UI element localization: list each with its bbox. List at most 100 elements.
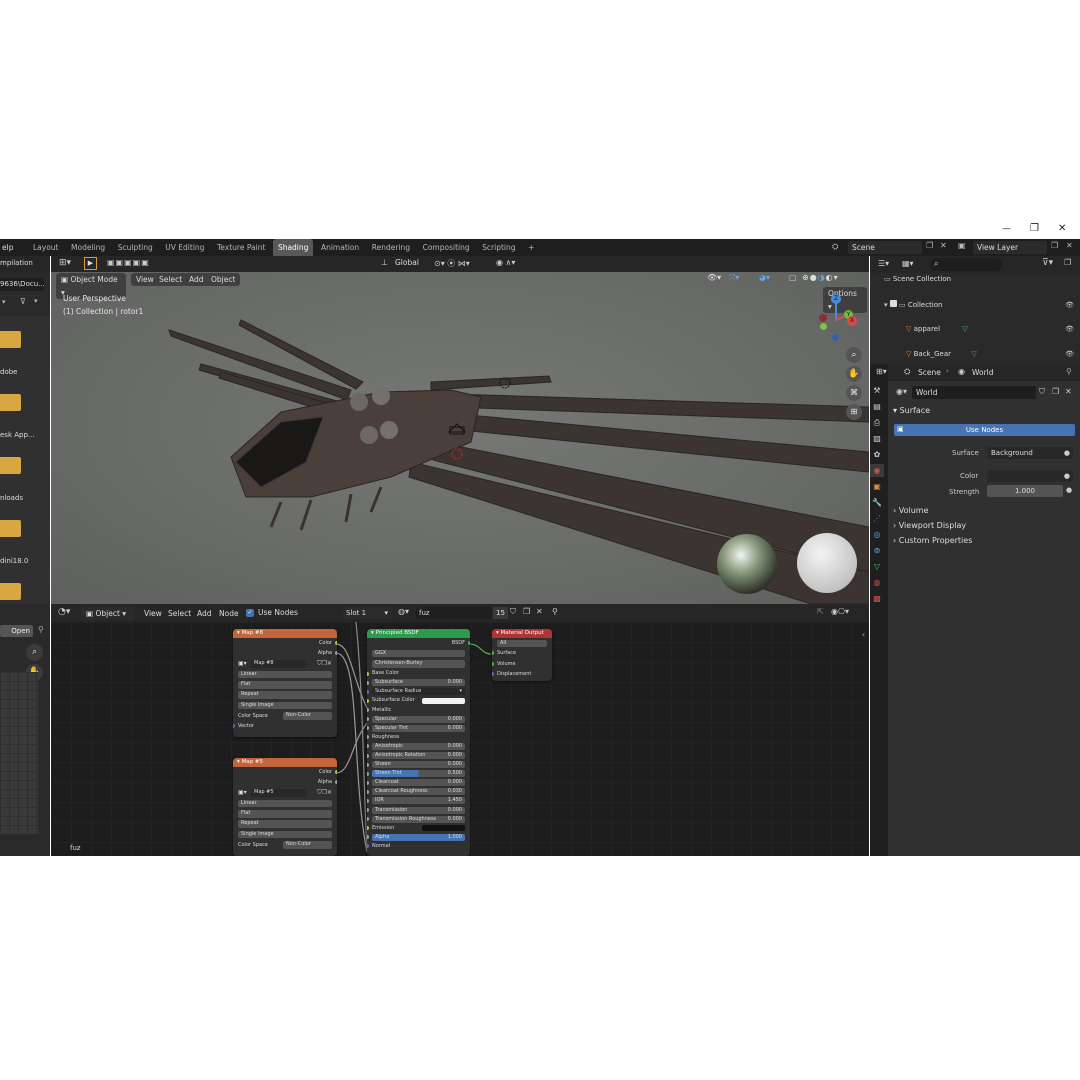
- subsurface-method-dropdown[interactable]: Christensen-Burley: [367, 659, 470, 669]
- orientation-dropdown[interactable]: Global: [395, 258, 419, 267]
- strength-keyframe-icon[interactable]: ●: [1066, 486, 1072, 494]
- viewport-display-panel-header[interactable]: › Viewport Display: [893, 521, 966, 530]
- texture-props-icon[interactable]: ▩: [870, 592, 884, 605]
- outliner-search-input[interactable]: ⌕: [930, 258, 1002, 271]
- world-unlink-icon[interactable]: ✕: [1065, 387, 1072, 396]
- tab-texture-paint[interactable]: Texture Paint: [212, 239, 270, 256]
- pin-icon[interactable]: ⚲: [38, 625, 44, 634]
- bsdf-input-sheen[interactable]: Sheen 0.000: [367, 760, 470, 769]
- data-props-icon[interactable]: ▽: [870, 560, 884, 573]
- viewport[interactable]: ▣ Object Mode ▾ View Select Add Object 👁…: [51, 272, 869, 604]
- shader-type-dropdown[interactable]: ▣ Object ▾: [81, 607, 135, 620]
- bsdf-input-specular-tint[interactable]: Specular Tint 0.000: [367, 724, 470, 733]
- bsdf-input-transmission-roughness[interactable]: Transmission Roughness 0.000: [367, 815, 470, 824]
- bsdf-input-clearcoat[interactable]: Clearcoat 0.000: [367, 778, 470, 787]
- projection-dropdown[interactable]: Flat: [233, 680, 337, 690]
- world-duplicate-icon[interactable]: ❐: [1052, 387, 1059, 396]
- custom-properties-panel-header[interactable]: › Custom Properties: [893, 536, 972, 545]
- bsdf-input-anisotropic-rotation[interactable]: Anisotropic Rotation 0.000: [367, 751, 470, 760]
- bsdf-input-anisotropic[interactable]: Anisotropic 0.000: [367, 742, 470, 751]
- color-swatch[interactable]: [422, 697, 465, 704]
- bsdf-input-subsurface-color[interactable]: Subsurface Color: [367, 696, 470, 705]
- material-name-field[interactable]: fuz: [416, 607, 492, 619]
- color-field[interactable]: ●: [987, 470, 1073, 482]
- view-layer-selector[interactable]: View Layer: [973, 241, 1047, 254]
- strength-field[interactable]: 1.000: [987, 485, 1063, 497]
- node-editor-type-icon[interactable]: ◔▾: [58, 607, 70, 617]
- surface-panel-header[interactable]: ▾ Surface: [893, 406, 1073, 418]
- zoom-icon[interactable]: ⌕: [846, 347, 862, 363]
- close-icon[interactable]: ✕: [1058, 223, 1066, 234]
- new-view-layer-icon[interactable]: ❐: [1051, 241, 1058, 250]
- mesh-data-icon[interactable]: ▽: [962, 323, 967, 336]
- principled-bsdf-node[interactable]: ▾ Principled BSDF BSDF GGX Christensen-B…: [367, 629, 470, 856]
- modifier-props-icon[interactable]: 🔧: [870, 496, 884, 509]
- scene-props-icon[interactable]: ✿: [870, 448, 884, 461]
- bsdf-input-subsurface[interactable]: Subsurface 0.000: [367, 678, 470, 687]
- outliner-item[interactable]: ▽ apparel ▽ 👁: [906, 323, 1080, 336]
- node-add-menu[interactable]: Add: [192, 607, 217, 620]
- bsdf-input-transmission[interactable]: Transmission 0.000: [367, 806, 470, 815]
- tool-settings-icon[interactable]: ⚒: [870, 384, 884, 397]
- color-swatch[interactable]: [422, 825, 465, 832]
- pan-icon[interactable]: ✋: [846, 366, 862, 382]
- mesh-data-icon[interactable]: ▽: [971, 348, 976, 361]
- duplicate-material-icon[interactable]: ❐: [523, 607, 530, 616]
- node-header[interactable]: ▾ Map #5: [233, 758, 337, 767]
- extension-dropdown[interactable]: Repeat: [233, 819, 337, 829]
- editor-type-icon[interactable]: ⊞▾: [59, 258, 71, 268]
- folder-item[interactable]: dini18.0: [0, 520, 28, 565]
- bsdf-input-ior[interactable]: IOR 1.450: [367, 796, 470, 805]
- color-space-row[interactable]: Color Space Non-Color: [233, 711, 337, 721]
- new-scene-icon[interactable]: ❐: [926, 241, 933, 250]
- eye-icon[interactable]: 👁: [1065, 323, 1074, 336]
- projection-dropdown[interactable]: Flat: [233, 809, 337, 819]
- bsdf-input-alpha[interactable]: Alpha 1.000: [367, 833, 470, 842]
- filter-dropdown-icon[interactable]: ▾: [34, 297, 38, 305]
- material-output-node[interactable]: ▾ Material Output All Surface Volume Dis…: [492, 629, 552, 681]
- select-tool-icon[interactable]: ▶: [84, 257, 97, 270]
- bsdf-input-emission[interactable]: Emission: [367, 824, 470, 833]
- slot-dropdown[interactable]: Slot 1 ▾: [342, 607, 392, 619]
- tab-compositing[interactable]: Compositing: [418, 239, 475, 256]
- bsdf-input-specular[interactable]: Specular 0.000: [367, 715, 470, 724]
- selection-mode-icons[interactable]: ▣▣▣▣▣: [107, 258, 150, 267]
- interpolation-dropdown[interactable]: Linear: [233, 798, 337, 808]
- proportional-edit-icon[interactable]: ◉ ∧▾: [496, 258, 515, 267]
- source-dropdown[interactable]: Single Image: [233, 700, 337, 710]
- target-dropdown[interactable]: All: [492, 638, 552, 648]
- folder-item[interactable]: [0, 583, 24, 604]
- add-workspace-button[interactable]: +: [523, 239, 539, 256]
- outliner-filter-icon[interactable]: ⊽▾: [1042, 258, 1053, 268]
- render-props-icon[interactable]: ▤: [870, 400, 884, 413]
- distribution-dropdown[interactable]: GGX: [367, 648, 470, 658]
- tab-animation[interactable]: Animation: [316, 239, 364, 256]
- minimize-icon[interactable]: —: [1002, 224, 1011, 234]
- outliner-scene-collection[interactable]: ▭ Scene Collection: [884, 273, 1074, 286]
- node-header[interactable]: ▾ Principled BSDF: [367, 629, 470, 638]
- user-count[interactable]: 15: [493, 607, 508, 619]
- material-browse-icon[interactable]: ◍▾: [398, 607, 409, 616]
- world-datablock[interactable]: ◉▾ World ⛉ ❐ ✕: [896, 386, 1072, 399]
- world-fake-user-icon[interactable]: ⛉: [1039, 387, 1045, 397]
- folder-item[interactable]: dobe: [0, 331, 24, 376]
- new-collection-icon[interactable]: ❐: [1064, 258, 1071, 267]
- help-menu[interactable]: elp: [0, 241, 18, 254]
- image-selector[interactable]: ▣▾ Map #5 ⛉❐✕: [233, 788, 337, 798]
- outliner-type-icon[interactable]: ☰▾: [878, 259, 889, 268]
- tab-uv-editing[interactable]: UV Editing: [160, 239, 209, 256]
- collection-checkbox[interactable]: [889, 299, 897, 307]
- bsdf-input-clearcoat-roughness[interactable]: Clearcoat Roughness 0.030: [367, 787, 470, 796]
- world-props-icon[interactable]: ◉: [870, 464, 884, 477]
- tab-shading[interactable]: Shading: [272, 239, 314, 256]
- world-browse-icon[interactable]: ◉▾: [896, 387, 907, 396]
- ortho-toggle-icon[interactable]: ⊞: [846, 404, 862, 420]
- folder-item[interactable]: nloads: [0, 457, 24, 502]
- open-image-button[interactable]: Open: [0, 625, 33, 637]
- image-texture-node-map8[interactable]: ▾ Map #8 Color Alpha ▣▾ Map #8 ⛉❐✕ Linear …: [233, 629, 337, 737]
- interpolation-dropdown[interactable]: Linear: [233, 669, 337, 679]
- outliner-item[interactable]: ▽ Back_Gear ▽ 👁: [906, 348, 1080, 361]
- tab-layout[interactable]: Layout: [28, 239, 64, 256]
- particles-props-icon[interactable]: ⋰: [870, 512, 884, 525]
- image-selector[interactable]: ▣▾ Map #8 ⛉❐✕: [233, 659, 337, 669]
